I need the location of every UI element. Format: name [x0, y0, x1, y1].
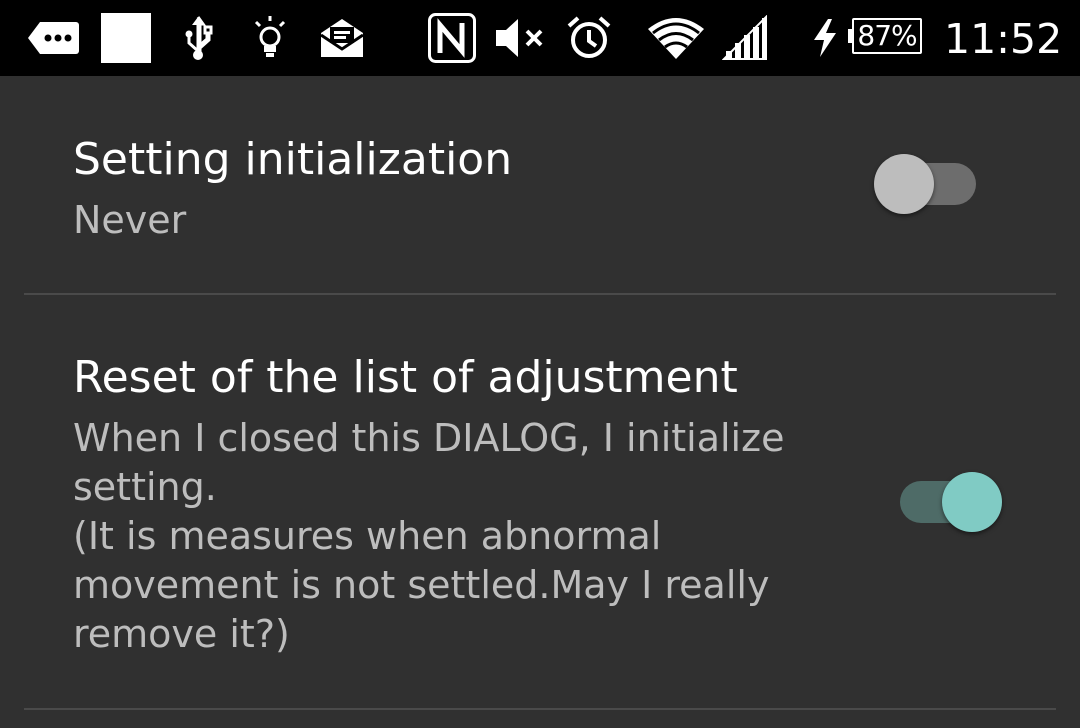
battery-icon: 87% — [848, 18, 924, 56]
lightbulb-icon — [252, 0, 288, 76]
switch-thumb — [942, 472, 1002, 532]
mute-icon — [494, 0, 550, 76]
setting-initialization-row[interactable]: Setting initialization Never — [0, 76, 1080, 294]
switch-thumb — [874, 154, 934, 214]
status-clock: 11:52 — [944, 15, 1063, 63]
setting-title: Reset of the list of adjustment — [73, 352, 738, 403]
email-icon — [319, 0, 365, 76]
usb-icon — [180, 0, 216, 76]
nfc-icon — [428, 0, 476, 76]
setting-initialization-switch[interactable] — [874, 152, 984, 216]
reset-adjustment-row[interactable]: Reset of the list of adjustment When I c… — [0, 296, 1080, 709]
white-square-icon — [101, 0, 151, 76]
setting-title: Setting initialization — [73, 134, 513, 185]
signal-icon — [722, 0, 768, 76]
divider — [24, 293, 1056, 295]
wifi-icon — [646, 0, 706, 76]
charging-icon — [810, 0, 840, 76]
setting-summary: When I closed this DIALOG, I initialize … — [73, 416, 785, 656]
alarm-icon — [566, 0, 612, 76]
status-bar: 87% 11:52 — [0, 0, 1080, 76]
reset-adjustment-switch[interactable] — [892, 470, 1002, 534]
battery-percent: 87% — [857, 19, 917, 52]
more-notifications-icon — [26, 0, 80, 76]
divider — [24, 708, 1056, 710]
setting-summary: Never — [73, 198, 187, 242]
